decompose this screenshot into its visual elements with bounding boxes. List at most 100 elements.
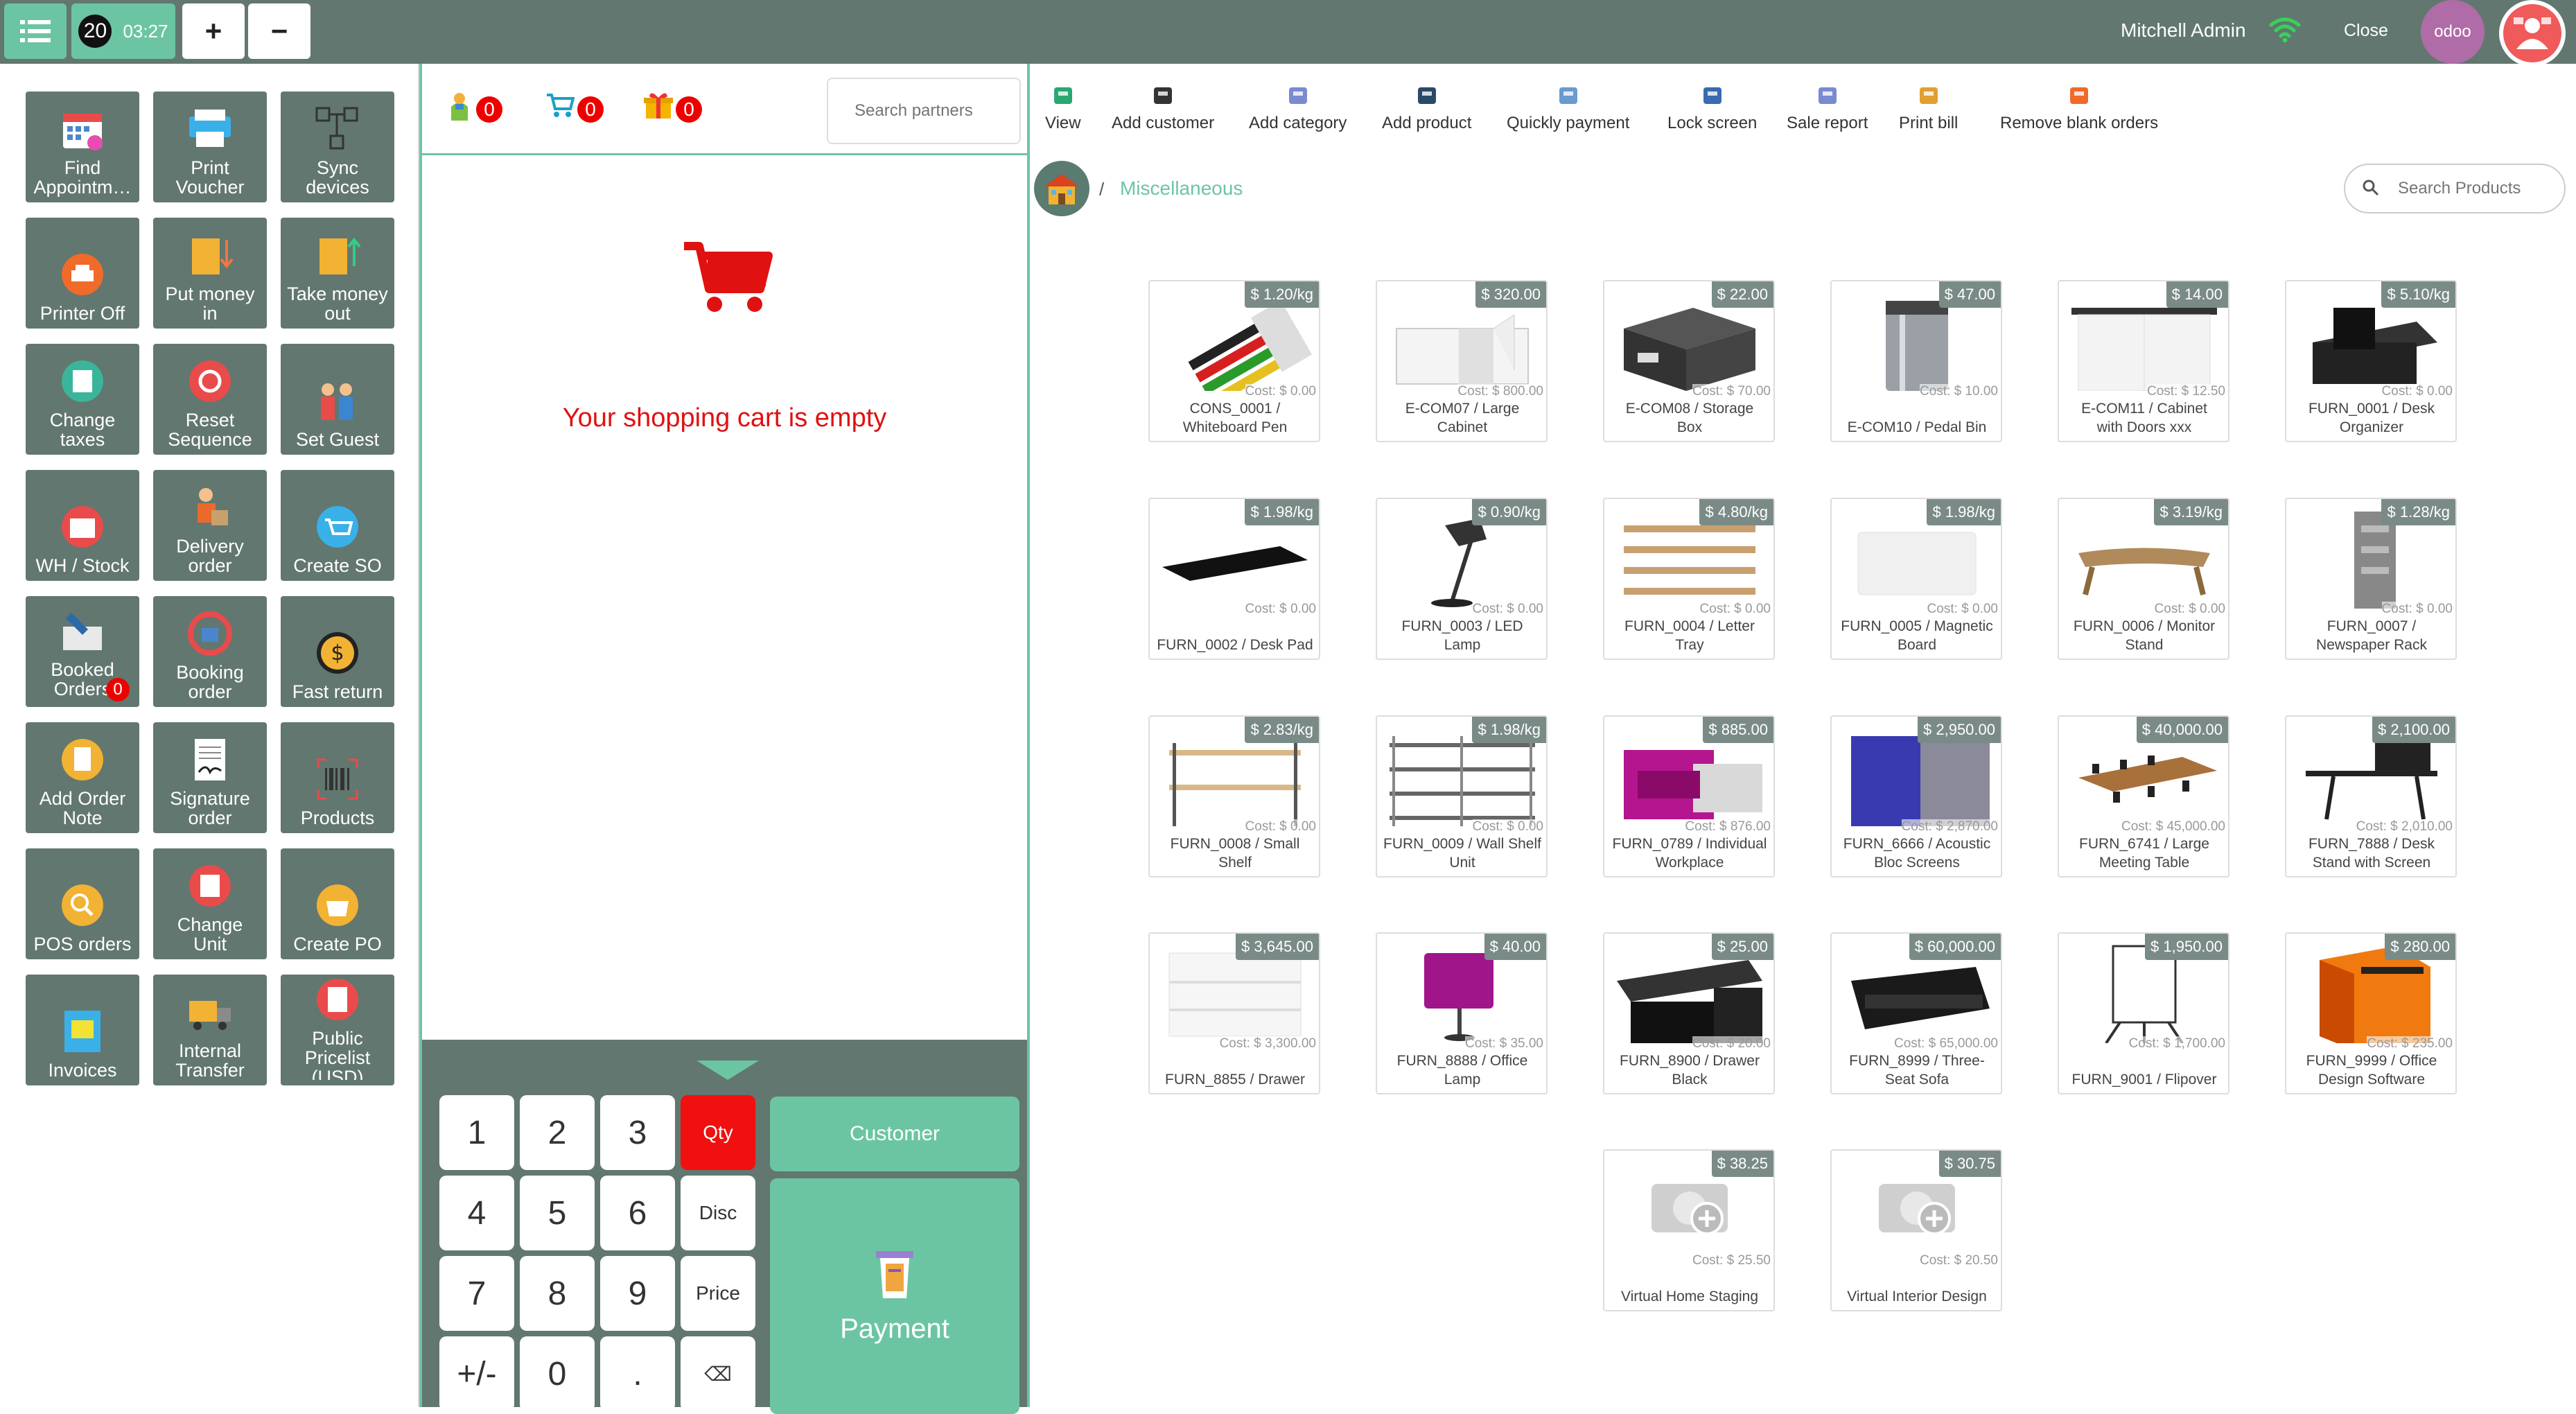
numpad-key-9[interactable]: 9	[600, 1256, 675, 1331]
numpad-key-plus-minus[interactable]: +/-	[439, 1336, 514, 1411]
toolbar-add-category[interactable]: Add category	[1249, 85, 1347, 133]
toolbar-add-product[interactable]: Add product	[1382, 85, 1471, 133]
numpad-key-6[interactable]: 6	[600, 1176, 675, 1250]
tile-label: Delivery order	[176, 536, 244, 575]
product-card[interactable]: $ 14.00 Cost: $ 12.50 E-COM11 / Cabinet wi…	[2058, 280, 2229, 442]
product-card[interactable]: $ 1.98/kg Cost: $ 0.00 FURN_0005 / Magneti…	[1830, 498, 2002, 660]
cart-counter[interactable]: 0	[545, 85, 604, 126]
product-card[interactable]: $ 25.00 Cost: $ 20.00 FURN_8900 / Drawer B…	[1603, 932, 1775, 1094]
numpad-key-4[interactable]: 4	[439, 1176, 514, 1250]
price-tag: $ 280.00	[2385, 934, 2455, 960]
product-card[interactable]: $ 40,000.00 Cost: $ 45,000.00 FURN_6741 / …	[2058, 715, 2229, 878]
toolbar-print-bill[interactable]: Print bill	[1899, 85, 1958, 133]
tile-put-money-in[interactable]: Put money in	[153, 218, 267, 329]
product-card[interactable]: $ 280.00 Cost: $ 235.00 FURN_9999 / Office…	[2285, 932, 2457, 1094]
tile-change-taxes[interactable]: Change taxes	[26, 344, 139, 455]
product-card[interactable]: $ 885.00 Cost: $ 876.00 FURN_0789 / Indivi…	[1603, 715, 1775, 878]
new-order-button[interactable]: +	[182, 3, 245, 59]
tile-wh-stock[interactable]: WH / Stock	[26, 470, 139, 581]
product-card[interactable]: $ 2,100.00 Cost: $ 2,010.00 FURN_7888 / De…	[2285, 715, 2457, 878]
tile-products[interactable]: Products	[281, 722, 394, 833]
product-card[interactable]: $ 3.19/kg Cost: $ 0.00 FURN_0006 / Monitor…	[2058, 498, 2229, 660]
numpad-key-3[interactable]: 3	[600, 1095, 675, 1170]
customer-button[interactable]: Customer	[770, 1097, 1019, 1171]
tile-print-voucher[interactable]: Print Voucher	[153, 91, 267, 202]
tile-internal-transfer[interactable]: Internal Transfer	[153, 975, 267, 1085]
price-tag: $ 22.00	[1711, 281, 1773, 308]
tile-label: Reset Sequence	[168, 410, 252, 449]
home-category-button[interactable]	[1034, 161, 1089, 216]
numpad-key-disc[interactable]: Disc	[681, 1176, 755, 1250]
price-tag: $ 0.90/kg	[1472, 499, 1546, 525]
product-card[interactable]: $ 60,000.00 Cost: $ 65,000.00 FURN_8999 / …	[1830, 932, 2002, 1094]
numpad-key-qty[interactable]: Qty	[681, 1095, 755, 1170]
payment-button[interactable]: Payment	[770, 1178, 1019, 1414]
tile-change-unit[interactable]: Change Unit	[153, 848, 267, 959]
toolbar-view[interactable]: View	[1045, 85, 1081, 133]
product-card[interactable]: $ 320.00 Cost: $ 800.00 E-COM07 / Large Ca…	[1376, 280, 1548, 442]
product-card[interactable]: $ 1.98/kg Cost: $ 0.00 FURN_0009 / Wall Sh…	[1376, 715, 1548, 878]
tile-invoices[interactable]: Invoices	[26, 975, 139, 1085]
product-card[interactable]: $ 1.98/kg Cost: $ 0.00 FURN_0002 / Desk Pa…	[1148, 498, 1320, 660]
tile-reset-sequence[interactable]: Reset Sequence	[153, 344, 267, 455]
tile-printer-off[interactable]: Printer Off	[26, 218, 139, 329]
toolbar-quickly-payment[interactable]: Quickly payment	[1507, 85, 1629, 133]
product-card[interactable]: $ 2,950.00 Cost: $ 2,870.00 FURN_6666 / Ac…	[1830, 715, 2002, 878]
tile-create-so[interactable]: Create SO	[281, 470, 394, 581]
product-card[interactable]: $ 1.28/kg Cost: $ 0.00 FURN_0007 / Newspap…	[2285, 498, 2457, 660]
tile-pos-orders[interactable]: POS orders	[26, 848, 139, 959]
cost-label: Cost: $ 800.00	[1457, 384, 1543, 399]
product-card[interactable]: $ 4.80/kg Cost: $ 0.00 FURN_0004 / Letter …	[1603, 498, 1775, 660]
close-button[interactable]: Close	[2344, 21, 2388, 41]
price-tag: $ 3,645.00	[1236, 934, 1319, 960]
numpad-key-2[interactable]: 2	[520, 1095, 595, 1170]
breadcrumb-category[interactable]: Miscellaneous	[1120, 177, 1243, 200]
tile-fast-return[interactable]: $ Fast return	[281, 596, 394, 707]
numpad-key-0[interactable]: 0	[520, 1336, 595, 1411]
numpad-key-price[interactable]: Price	[681, 1256, 755, 1331]
tile-signature-order[interactable]: Signature order	[153, 722, 267, 833]
tile-take-money-out[interactable]: Take money out	[281, 218, 394, 329]
list-icon	[20, 20, 51, 42]
numpad-key-8[interactable]: 8	[520, 1256, 595, 1331]
toolbar-sale-report[interactable]: Sale report	[1787, 85, 1868, 133]
product-card[interactable]: $ 1,950.00 Cost: $ 1,700.00 FURN_9001 / Fl…	[2058, 932, 2229, 1094]
order-tab[interactable]: 20 03:27	[71, 3, 175, 59]
product-card[interactable]: $ 22.00 Cost: $ 70.00 E-COM08 / Storage Bo…	[1603, 280, 1775, 442]
tile-set-guest[interactable]: Set Guest	[281, 344, 394, 455]
tile-label: WH / Stock	[35, 556, 130, 575]
product-card[interactable]: $ 30.75 Cost: $ 20.50 Virtual Interior Des…	[1830, 1149, 2002, 1311]
product-card[interactable]: $ 38.25 Cost: $ 25.50 Virtual Home Staging	[1603, 1149, 1775, 1311]
product-card[interactable]: $ 40.00 Cost: $ 35.00 FURN_8888 / Office L…	[1376, 932, 1548, 1094]
search-partners-input[interactable]	[827, 78, 1021, 144]
tile-booked-orders[interactable]: Booked Orders 0	[26, 596, 139, 707]
tile-sync-devices[interactable]: Sync devices	[281, 91, 394, 202]
tile-add-order-note[interactable]: Add Order Note	[26, 722, 139, 833]
numpad-key-backspace[interactable]: ⌫	[681, 1336, 755, 1411]
tile-booking-order[interactable]: Booking order	[153, 596, 267, 707]
numpad-key-7[interactable]: 7	[439, 1256, 514, 1331]
product-card[interactable]: $ 3,645.00 Cost: $ 3,300.00 FURN_8855 / Dr…	[1148, 932, 1320, 1094]
user-avatar[interactable]	[2499, 0, 2566, 67]
tile-public-pricelist[interactable]: Public Pricelist (USD)	[281, 975, 394, 1085]
product-name: FURN_0007 / Newspaper Rack	[2316, 618, 2427, 653]
tile-delivery-order[interactable]: Delivery order	[153, 470, 267, 581]
numpad-key-1[interactable]: 1	[439, 1095, 514, 1170]
product-card[interactable]: $ 1.20/kg Cost: $ 0.00 CONS_0001 / Whitebo…	[1148, 280, 1320, 442]
client-counter[interactable]: 0	[446, 85, 502, 126]
delete-order-button[interactable]: −	[248, 3, 310, 59]
menu-button[interactable]	[4, 3, 67, 59]
product-card[interactable]: $ 0.90/kg Cost: $ 0.00 FURN_0003 / LED Lam…	[1376, 498, 1548, 660]
tile-find-appointment[interactable]: Find Appointm…	[26, 91, 139, 202]
product-card[interactable]: $ 2.83/kg Cost: $ 0.00 FURN_0008 / Small S…	[1148, 715, 1320, 878]
collapse-arrow-icon[interactable]	[696, 1060, 759, 1080]
product-card[interactable]: $ 5.10/kg Cost: $ 0.00 FURN_0001 / Desk Or…	[2285, 280, 2457, 442]
numpad-key-5[interactable]: 5	[520, 1176, 595, 1250]
numpad-key-dot[interactable]: .	[600, 1336, 675, 1411]
toolbar-add-customer[interactable]: Add customer	[1112, 85, 1214, 133]
tile-create-po[interactable]: Create PO	[281, 848, 394, 959]
gift-counter[interactable]: 0	[644, 85, 702, 126]
toolbar-lock-screen[interactable]: Lock screen	[1667, 85, 1757, 133]
toolbar-remove-blank-orders[interactable]: Remove blank orders	[2000, 85, 2158, 133]
product-card[interactable]: $ 47.00 Cost: $ 10.00 E-COM10 / Pedal Bin	[1830, 280, 2002, 442]
